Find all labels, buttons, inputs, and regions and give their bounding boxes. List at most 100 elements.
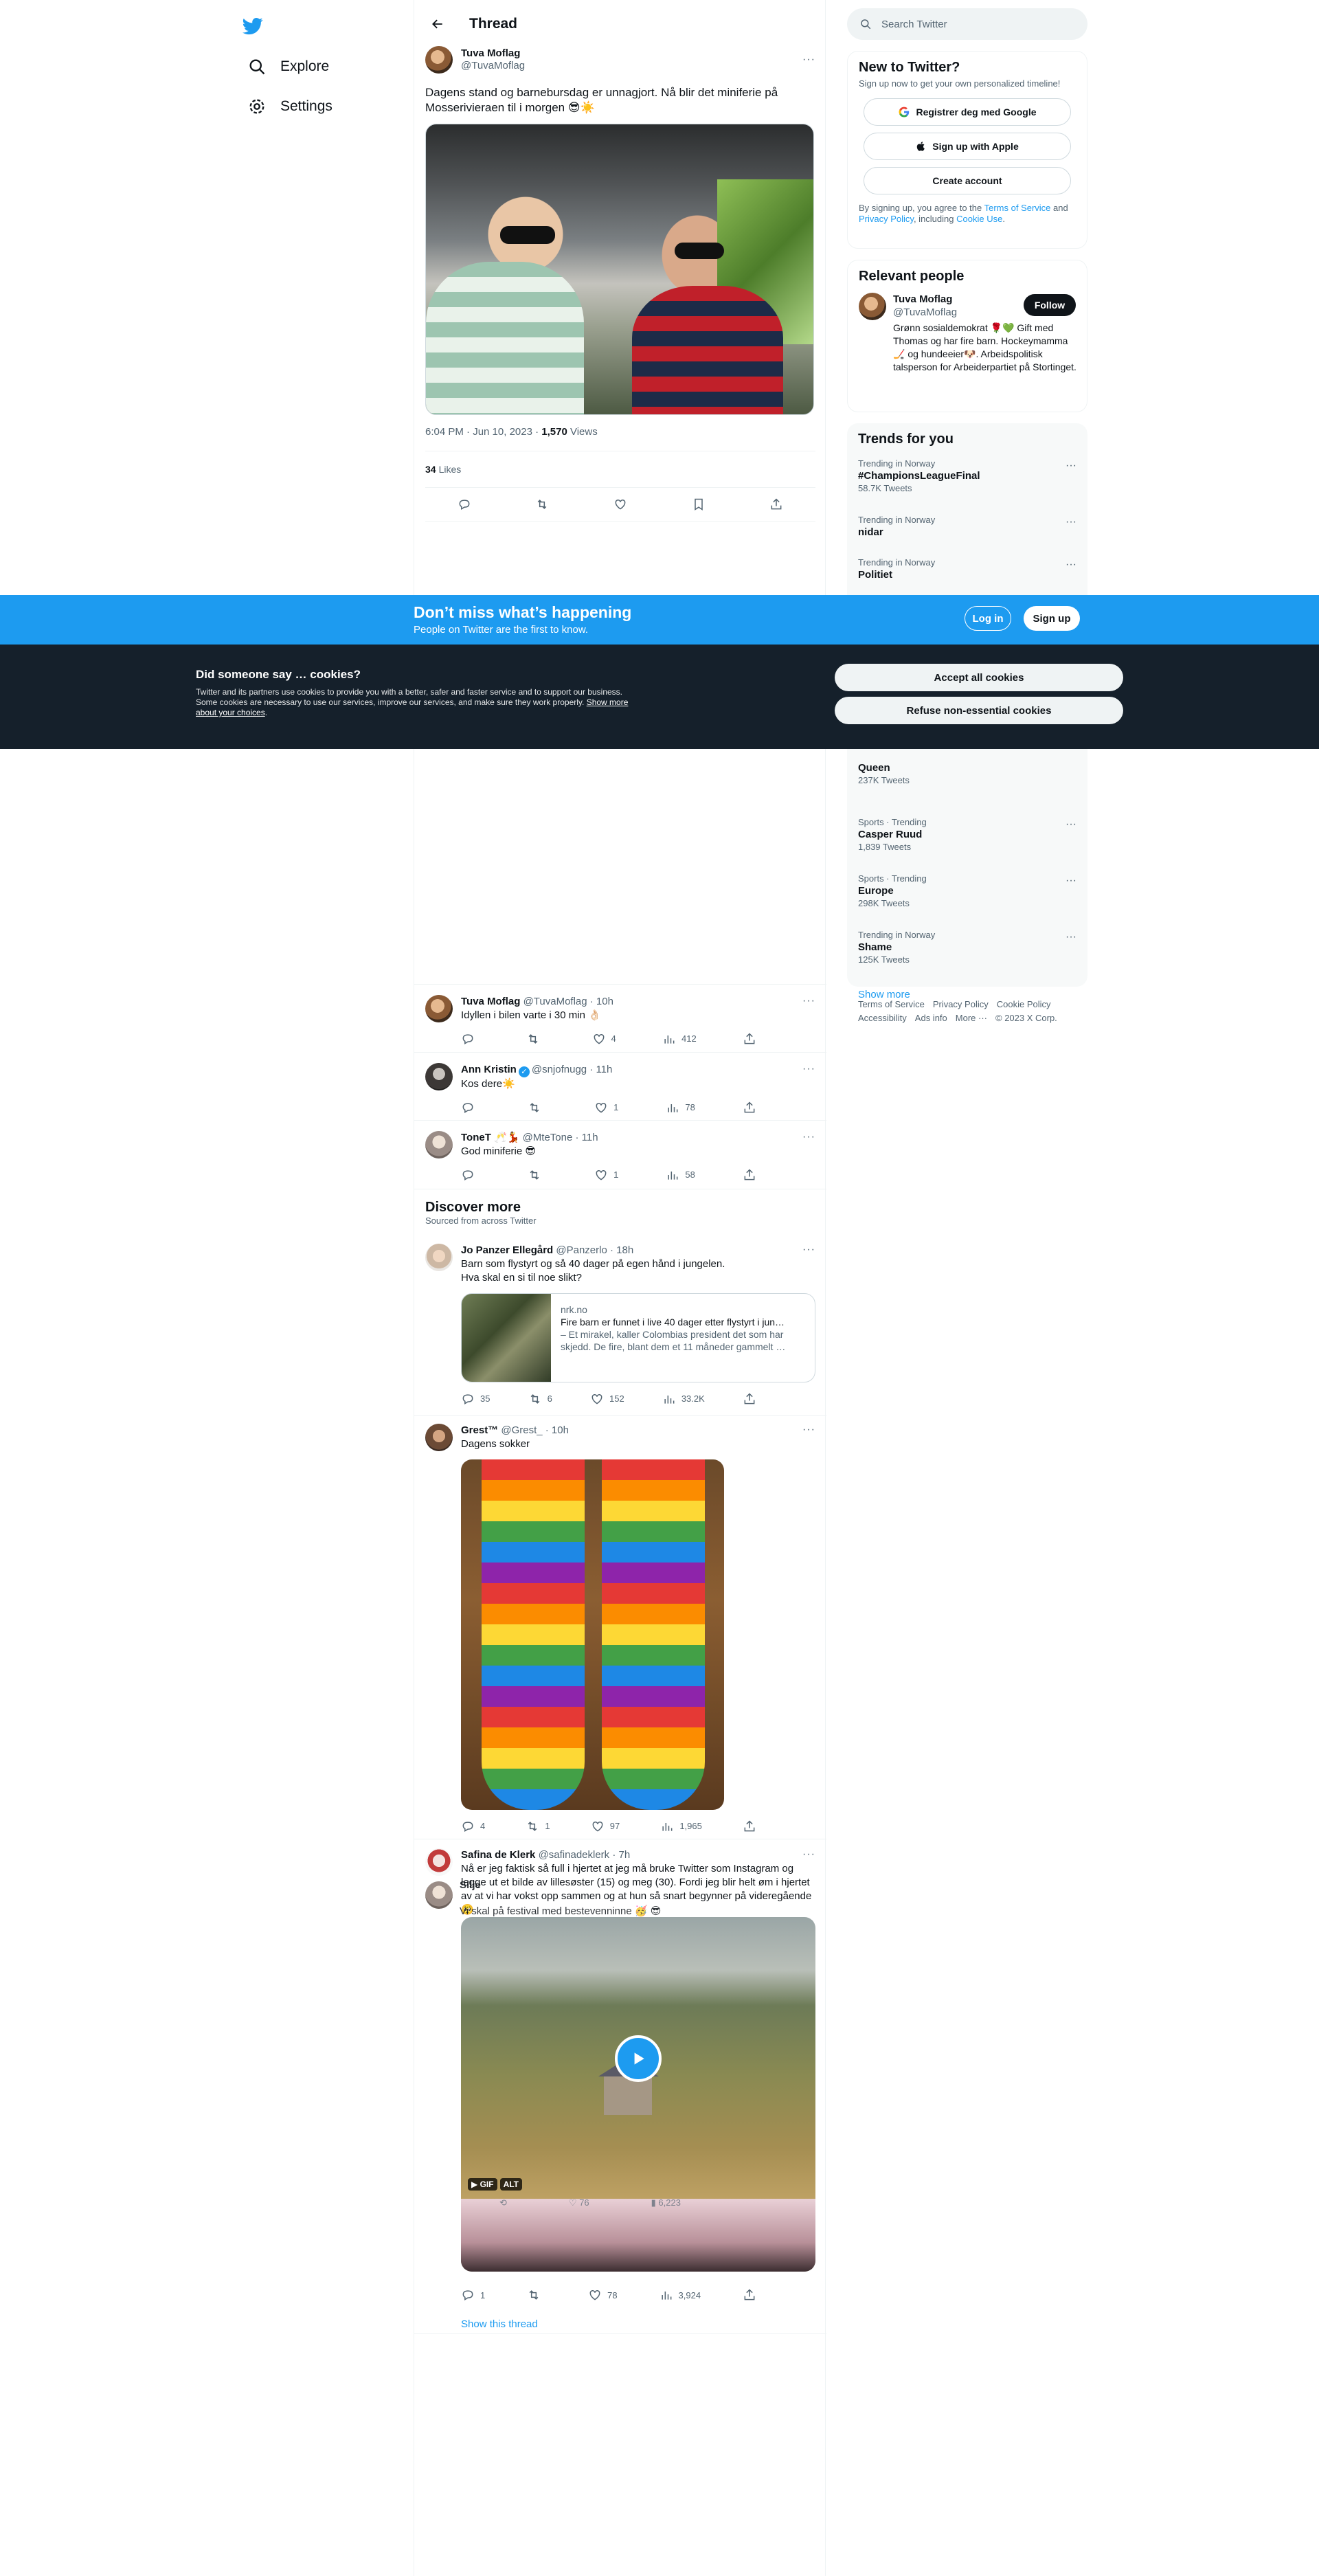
terms-of-service-link[interactable]: Terms of Service xyxy=(984,203,1051,213)
tweet-photo[interactable] xyxy=(425,124,814,415)
follow-button[interactable]: Follow xyxy=(1024,294,1076,316)
more-icon[interactable]: ··· xyxy=(802,1848,815,1861)
cookie-use-link[interactable]: Cookie Use xyxy=(956,214,1002,224)
more-icon[interactable]: ··· xyxy=(802,1131,815,1143)
trend-item[interactable]: Trending in Norway nidar ··· xyxy=(847,506,1087,549)
like-button[interactable]: 1 xyxy=(594,1168,618,1182)
reply-button[interactable] xyxy=(458,497,471,511)
retweet-button[interactable]: 1 xyxy=(526,1819,550,1833)
timestamp[interactable]: 6:04 PM · Jun 10, 2023 · xyxy=(425,426,541,438)
like-button[interactable] xyxy=(613,497,627,511)
reply-button[interactable]: 35 xyxy=(461,1392,490,1406)
footer-link[interactable]: Terms of Service xyxy=(858,999,925,1009)
relevant-person[interactable]: Tuva Moflag @TuvaMoflag Grønn sosialdemo… xyxy=(848,287,1087,379)
author-handle[interactable]: @TuvaMoflag xyxy=(461,60,525,72)
link-card[interactable]: nrk.no Fire barn er funnet i live 40 dag… xyxy=(461,1293,815,1382)
like-button[interactable]: 78 xyxy=(588,2288,618,2302)
share-button[interactable] xyxy=(743,1101,756,1115)
avatar[interactable] xyxy=(425,1881,453,1909)
reply-button[interactable] xyxy=(461,1032,480,1046)
like-button[interactable]: 152 xyxy=(590,1392,624,1406)
author-name[interactable]: Grest™ xyxy=(461,1424,498,1436)
retweet-button[interactable] xyxy=(527,2288,546,2302)
play-icon[interactable] xyxy=(615,2035,662,2082)
footer-link[interactable]: Accessibility xyxy=(858,1013,907,1023)
show-thread-link[interactable]: Show this thread xyxy=(461,2318,804,2330)
trend-item[interactable]: Sports · Trending Casper Ruud 1,839 Tweets… xyxy=(847,809,1087,865)
author-handle[interactable]: @TuvaMoflag · 10h xyxy=(523,996,613,1007)
back-arrow-icon[interactable] xyxy=(425,12,450,36)
like-button[interactable]: 1 xyxy=(594,1101,618,1115)
reply-tweet[interactable]: ToneT 🥂💃 @MteTone · 11h God miniferie 😎 … xyxy=(425,1131,815,1182)
more-icon[interactable]: ··· xyxy=(802,995,815,1007)
more-icon[interactable]: ··· xyxy=(1066,559,1076,571)
author-name[interactable]: Safina de Klerk xyxy=(461,1849,535,1861)
more-icon[interactable]: ··· xyxy=(1066,875,1076,887)
login-button[interactable]: Log in xyxy=(965,606,1011,631)
views-button[interactable]: 33.2K xyxy=(662,1392,705,1406)
avatar[interactable] xyxy=(425,1848,453,1876)
like-button[interactable]: 97 xyxy=(591,1819,620,1833)
reply-button[interactable]: 4 xyxy=(461,1819,485,1833)
author-name[interactable]: ToneT 🥂💃 xyxy=(461,1132,519,1143)
author-handle[interactable]: @snjofnugg · 11h xyxy=(532,1064,613,1075)
author-name[interactable]: Ann Kristin xyxy=(461,1064,517,1075)
share-button[interactable] xyxy=(743,2288,756,2302)
more-icon[interactable]: ··· xyxy=(802,1063,815,1075)
create-account-button[interactable]: Create account xyxy=(864,167,1071,194)
trend-item[interactable]: Trending in Norway #ChampionsLeagueFinal 5… xyxy=(847,450,1087,506)
more-icon[interactable]: ··· xyxy=(1066,818,1076,831)
more-icon[interactable]: ··· xyxy=(1066,460,1076,472)
avatar[interactable] xyxy=(425,1063,453,1090)
more-icon[interactable]: ··· xyxy=(802,54,815,66)
reply-tweet[interactable]: Tuva Moflag @TuvaMoflag · 10h Idyllen i … xyxy=(425,995,815,1046)
retweet-button[interactable] xyxy=(528,1168,547,1182)
refuse-cookies-button[interactable]: Refuse non-essential cookies xyxy=(835,697,1123,724)
trend-item[interactable]: Trending in Norway Politiet ··· xyxy=(847,549,1087,592)
author-name[interactable]: Tuva Moflag xyxy=(461,47,525,60)
views-button[interactable]: 78 xyxy=(666,1101,695,1115)
views-button[interactable]: 58 xyxy=(666,1168,695,1182)
more-icon[interactable]: ··· xyxy=(802,1424,815,1436)
retweet-button[interactable] xyxy=(526,1032,545,1046)
more-icon[interactable]: ··· xyxy=(1066,516,1076,528)
footer-link[interactable]: Ads info xyxy=(915,1013,947,1023)
views-button[interactable]: 1,965 xyxy=(660,1819,702,1833)
author-name[interactable]: Jo Panzer Ellegård xyxy=(461,1244,553,1256)
avatar[interactable] xyxy=(859,293,886,320)
author-handle[interactable]: @MteTone · 11h xyxy=(523,1132,598,1143)
trend-item[interactable]: Sports · Trending Europe 298K Tweets ··· xyxy=(847,865,1087,921)
apple-signup-button[interactable]: Sign up with Apple xyxy=(864,133,1071,160)
likes-row[interactable]: 34 Likes xyxy=(425,451,815,487)
footer-link[interactable]: Cookie Policy xyxy=(997,999,1051,1009)
share-button[interactable] xyxy=(743,1392,756,1406)
share-button[interactable] xyxy=(769,497,783,511)
author-handle[interactable]: @safinadeklerk · 7h xyxy=(539,1849,631,1861)
avatar[interactable] xyxy=(425,1244,453,1271)
avatar[interactable] xyxy=(425,1424,453,1451)
share-button[interactable] xyxy=(743,1168,756,1182)
discover-tweet[interactable]: Jo Panzer Ellegård @Panzerlo · 18h Barn … xyxy=(425,1244,815,1406)
footer-link[interactable]: Privacy Policy xyxy=(933,999,989,1009)
signup-button[interactable]: Sign up xyxy=(1024,606,1080,631)
retweet-button[interactable] xyxy=(535,497,549,511)
privacy-policy-link[interactable]: Privacy Policy xyxy=(859,214,914,224)
trend-item[interactable]: Trending in Norway Shame 125K Tweets ··· xyxy=(847,921,1087,978)
bookmark-button[interactable] xyxy=(692,497,706,511)
nav-settings[interactable]: Settings xyxy=(239,89,341,124)
retweet-button[interactable]: 6 xyxy=(528,1392,552,1406)
share-button[interactable] xyxy=(743,1032,756,1046)
views-button[interactable]: 3,924 xyxy=(660,2288,701,2302)
tweet-photo[interactable] xyxy=(461,1459,724,1810)
author-name[interactable]: Tuva Moflag xyxy=(461,996,520,1007)
alt-badge[interactable]: ALT xyxy=(499,2178,522,2191)
reply-tweet[interactable]: Ann Kristin ✓ @snjofnugg · 11h Kos dere☀️ … xyxy=(425,1063,815,1115)
discover-tweet[interactable]: Grest™ @Grest_ · 10h Dagens sokker 4 1 9… xyxy=(425,1424,815,1833)
trend-item[interactable]: Queen 237K Tweets xyxy=(847,752,1087,809)
views-button[interactable]: 412 xyxy=(662,1032,697,1046)
twitter-logo-icon[interactable] xyxy=(239,12,267,40)
more-icon[interactable]: ··· xyxy=(1066,931,1076,943)
author-handle[interactable]: @Grest_ · 10h xyxy=(501,1424,569,1436)
tweet-video[interactable]: ▶ GIF ALT ⟲ ♡ 76 ▮ 6,223 xyxy=(461,1917,815,2272)
share-button[interactable] xyxy=(743,1819,756,1833)
